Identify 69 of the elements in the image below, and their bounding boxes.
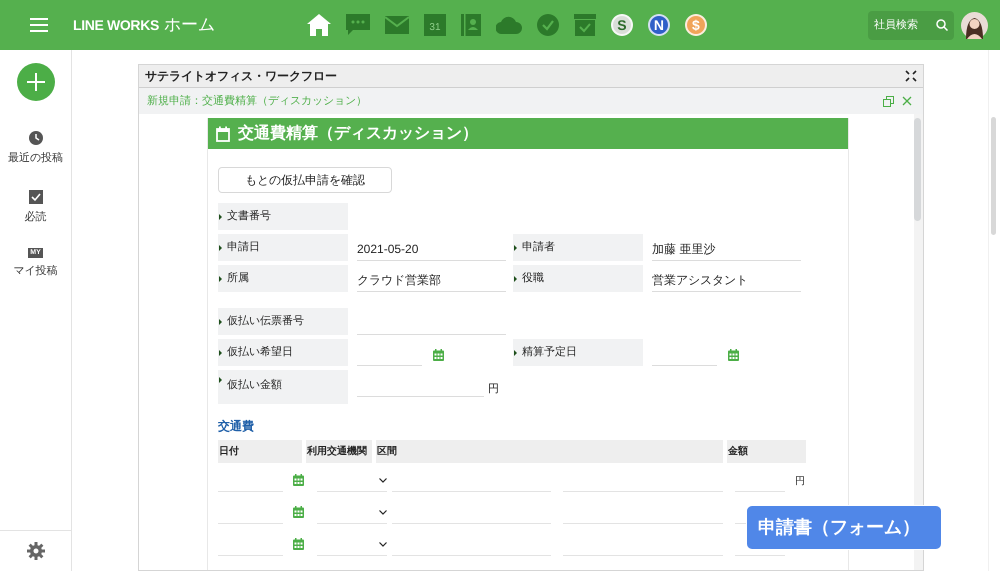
text-field[interactable]: クラウド営業部 [357,270,506,292]
form-title: 交通費精算（ディスカッション） [238,123,478,144]
field-label: 申請者 [513,234,643,261]
bullet-icon [514,276,517,282]
brand-name: LINE WORKS [73,16,159,34]
calendar-icon[interactable] [433,349,444,361]
avatar[interactable] [961,12,988,38]
column-header: 利用交通機関 [306,440,372,463]
chevron-icon [379,510,387,515]
bullet-icon [514,244,517,250]
check-circle-icon[interactable] [536,14,559,36]
tray-icon[interactable] [574,14,596,36]
contacts-icon[interactable] [460,14,481,36]
calendar-icon [216,126,230,142]
settings-icon[interactable] [26,542,44,560]
column-header: 区間 [376,440,723,463]
chevron-icon [379,478,387,483]
unit-label: 円 [795,475,805,489]
section-heading: 交通費 [218,418,254,435]
scrollbar-thumb[interactable] [991,117,996,235]
column-header: 金額 [727,440,806,463]
emblem-icon[interactable]: S [610,14,633,36]
caption-tooltip: 申請書（フォーム） [746,505,942,550]
plus-icon [26,73,44,91]
clock-icon [28,131,42,145]
field-label: 所属 [218,265,348,292]
field-label: 精算予定日 [513,339,643,366]
sidebar-item[interactable]: 最近の投稿 [8,131,63,166]
bullet-icon [219,318,222,324]
scrollbar-thumb[interactable] [914,118,921,221]
bullet-icon [514,350,517,356]
restore-icon[interactable] [883,96,894,106]
home-icon[interactable] [306,14,331,36]
window-title: サテライトオフィス・ワークフロー [145,68,337,85]
menu-icon[interactable] [30,18,48,32]
bullet-icon [219,377,222,383]
text-field[interactable]: 2021-05-20 [357,239,506,261]
calendar-icon[interactable] [293,474,304,486]
calendar-icon[interactable] [728,349,739,361]
sidebar-item[interactable]: 必読 [24,190,46,225]
search-icon[interactable] [936,19,948,31]
calendar-icon[interactable] [293,538,304,550]
field-label: 仮払い希望日 [218,339,348,366]
field-label: 申請日 [218,234,348,261]
chat-icon[interactable] [346,14,370,36]
field-label: 役職 [513,265,643,292]
unit-label: 円 [488,382,499,396]
text-field[interactable]: 営業アシスタント [652,270,801,292]
checkbox-icon [28,190,42,204]
emblem-icon[interactable]: N [648,14,670,36]
chevron-icon [379,542,387,547]
bullet-icon [219,214,222,220]
column-header: 日付 [218,440,302,463]
expand-icon[interactable] [905,70,917,82]
field-label: 文書番号 [218,203,348,230]
bullet-icon [219,276,222,282]
bullet-icon [219,350,222,356]
text-field[interactable]: 加藤 亜里沙 [652,239,801,261]
cloud-icon[interactable] [496,16,522,34]
mail-icon[interactable] [384,16,409,34]
calendar-icon[interactable] [293,506,304,518]
confirm-button[interactable]: もとの仮払申請を確認 [218,167,392,193]
compose-button[interactable] [16,63,54,101]
bullet-icon [219,244,222,250]
field-label: 仮払い伝票番号 [218,308,348,335]
page-title: ホーム [164,14,215,36]
dialog-subtitle: 新規申請：交通費精算（ディスカッション） [147,94,367,109]
field-label: 仮払い金額 [218,370,348,404]
close-icon[interactable] [902,96,912,106]
